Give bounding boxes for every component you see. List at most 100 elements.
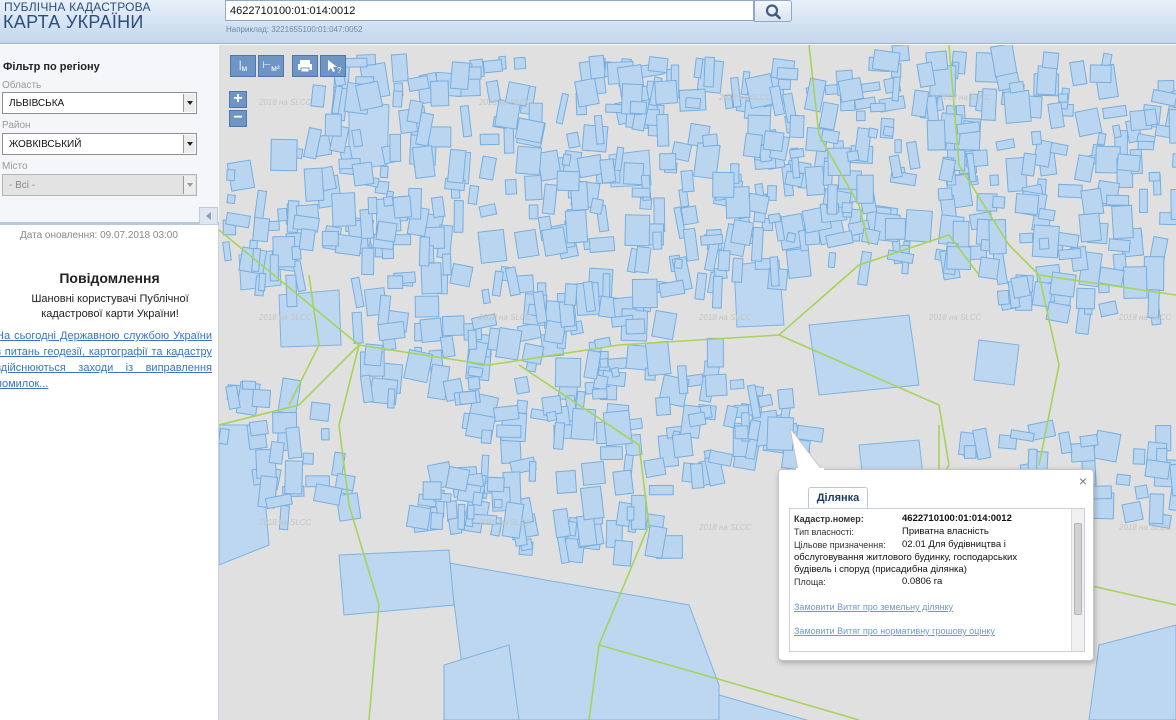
land-parcel[interactable] [1014,192,1040,216]
land-parcel[interactable] [820,128,841,145]
land-parcel[interactable] [624,214,651,247]
land-parcel[interactable] [701,133,719,148]
land-parcel[interactable] [480,429,493,444]
land-parcel[interactable] [459,104,473,138]
land-parcel[interactable] [1075,287,1096,310]
land-parcel[interactable] [788,147,805,159]
land-parcel[interactable] [977,256,1001,280]
land-parcel[interactable] [496,424,522,438]
land-parcel[interactable] [361,247,375,276]
land-parcel[interactable] [599,158,617,184]
land-parcel[interactable] [654,79,679,105]
land-parcel[interactable] [673,258,683,269]
land-parcel[interactable] [884,217,906,240]
chevron-down-icon[interactable] [183,94,195,112]
land-parcel[interactable] [926,119,946,151]
land-parcel[interactable] [418,236,431,267]
land-parcel[interactable] [989,174,1000,186]
land-parcel[interactable] [995,138,1016,151]
land-parcel[interactable] [776,67,799,81]
land-parcel[interactable] [904,209,933,243]
land-parcel[interactable] [622,162,645,186]
land-parcel[interactable] [656,113,670,147]
land-parcel[interactable] [837,76,865,103]
land-parcel[interactable] [414,295,440,318]
land-parcel[interactable] [493,498,503,509]
land-parcel[interactable] [1057,93,1069,103]
land-parcel[interactable] [515,145,543,176]
land-parcel[interactable] [453,199,464,233]
land-parcel[interactable] [1111,204,1134,240]
land-parcel[interactable] [359,374,374,404]
land-parcel[interactable] [818,101,840,131]
land-parcel[interactable] [545,410,558,423]
land-parcel[interactable] [916,61,936,88]
district-select[interactable]: ЖОВКІВСЬКИЙ [2,133,197,155]
land-parcel[interactable] [226,169,236,182]
land-parcel[interactable] [251,388,272,409]
land-parcel[interactable] [855,110,866,122]
land-parcel[interactable] [742,132,764,159]
land-parcel[interactable] [285,426,303,460]
land-parcel[interactable] [1049,271,1077,298]
land-parcel[interactable] [1041,51,1060,70]
land-parcel[interactable] [285,274,298,308]
land-parcel[interactable] [588,236,616,254]
land-parcel[interactable] [467,329,478,351]
land-parcel[interactable] [1116,153,1141,173]
land-parcel[interactable] [493,404,520,422]
land-parcel[interactable] [405,504,432,531]
zoom-in-button[interactable]: + [229,91,247,108]
land-parcel[interactable] [1088,624,1176,720]
land-parcel[interactable] [574,77,600,108]
land-parcel[interactable] [973,339,1020,386]
land-parcel[interactable] [1122,266,1148,300]
land-parcel[interactable] [785,231,797,243]
zoom-out-button[interactable]: − [229,110,247,127]
land-parcel[interactable] [1080,187,1105,217]
land-parcel[interactable] [321,230,339,247]
land-parcel[interactable] [270,138,298,172]
land-parcel[interactable] [651,309,678,341]
land-parcel[interactable] [580,460,607,487]
land-parcel[interactable] [478,155,497,181]
land-parcel[interactable] [1106,194,1130,206]
land-parcel[interactable] [467,375,481,391]
land-parcel[interactable] [612,469,635,496]
land-parcel[interactable] [789,114,805,139]
land-parcel[interactable] [648,484,674,496]
land-parcel[interactable] [554,357,582,388]
land-parcel[interactable] [1143,108,1159,127]
land-parcel[interactable] [894,139,902,154]
land-parcel[interactable] [471,491,484,507]
land-parcel[interactable] [430,196,446,219]
land-parcel[interactable] [392,90,404,108]
land-parcel[interactable] [564,209,589,244]
land-parcel[interactable] [734,425,749,440]
land-parcel[interactable] [1091,485,1112,500]
land-parcel[interactable] [841,202,853,214]
land-parcel[interactable] [555,92,570,125]
city-select[interactable]: - Всі - [2,174,197,196]
land-parcel[interactable] [1057,183,1083,199]
land-parcel[interactable] [528,204,539,220]
land-parcel[interactable] [338,549,455,616]
land-parcel[interactable] [610,366,621,378]
land-parcel[interactable] [937,187,953,201]
land-parcel[interactable] [458,390,477,405]
land-parcel[interactable] [1038,237,1050,250]
land-parcel[interactable] [467,184,480,206]
land-parcel[interactable] [1096,132,1107,146]
land-parcel[interactable] [730,219,755,247]
popup-scrollbar[interactable] [1071,509,1084,651]
land-parcel[interactable] [379,165,389,179]
land-parcel[interactable] [996,289,1010,306]
land-parcel[interactable] [482,59,504,74]
land-parcel[interactable] [717,249,731,272]
land-parcel[interactable] [905,140,921,170]
land-parcel[interactable] [1037,207,1056,222]
land-parcel[interactable] [871,49,901,73]
land-parcel[interactable] [1057,247,1082,261]
land-parcel[interactable] [429,512,444,531]
land-parcel[interactable] [1069,60,1088,87]
